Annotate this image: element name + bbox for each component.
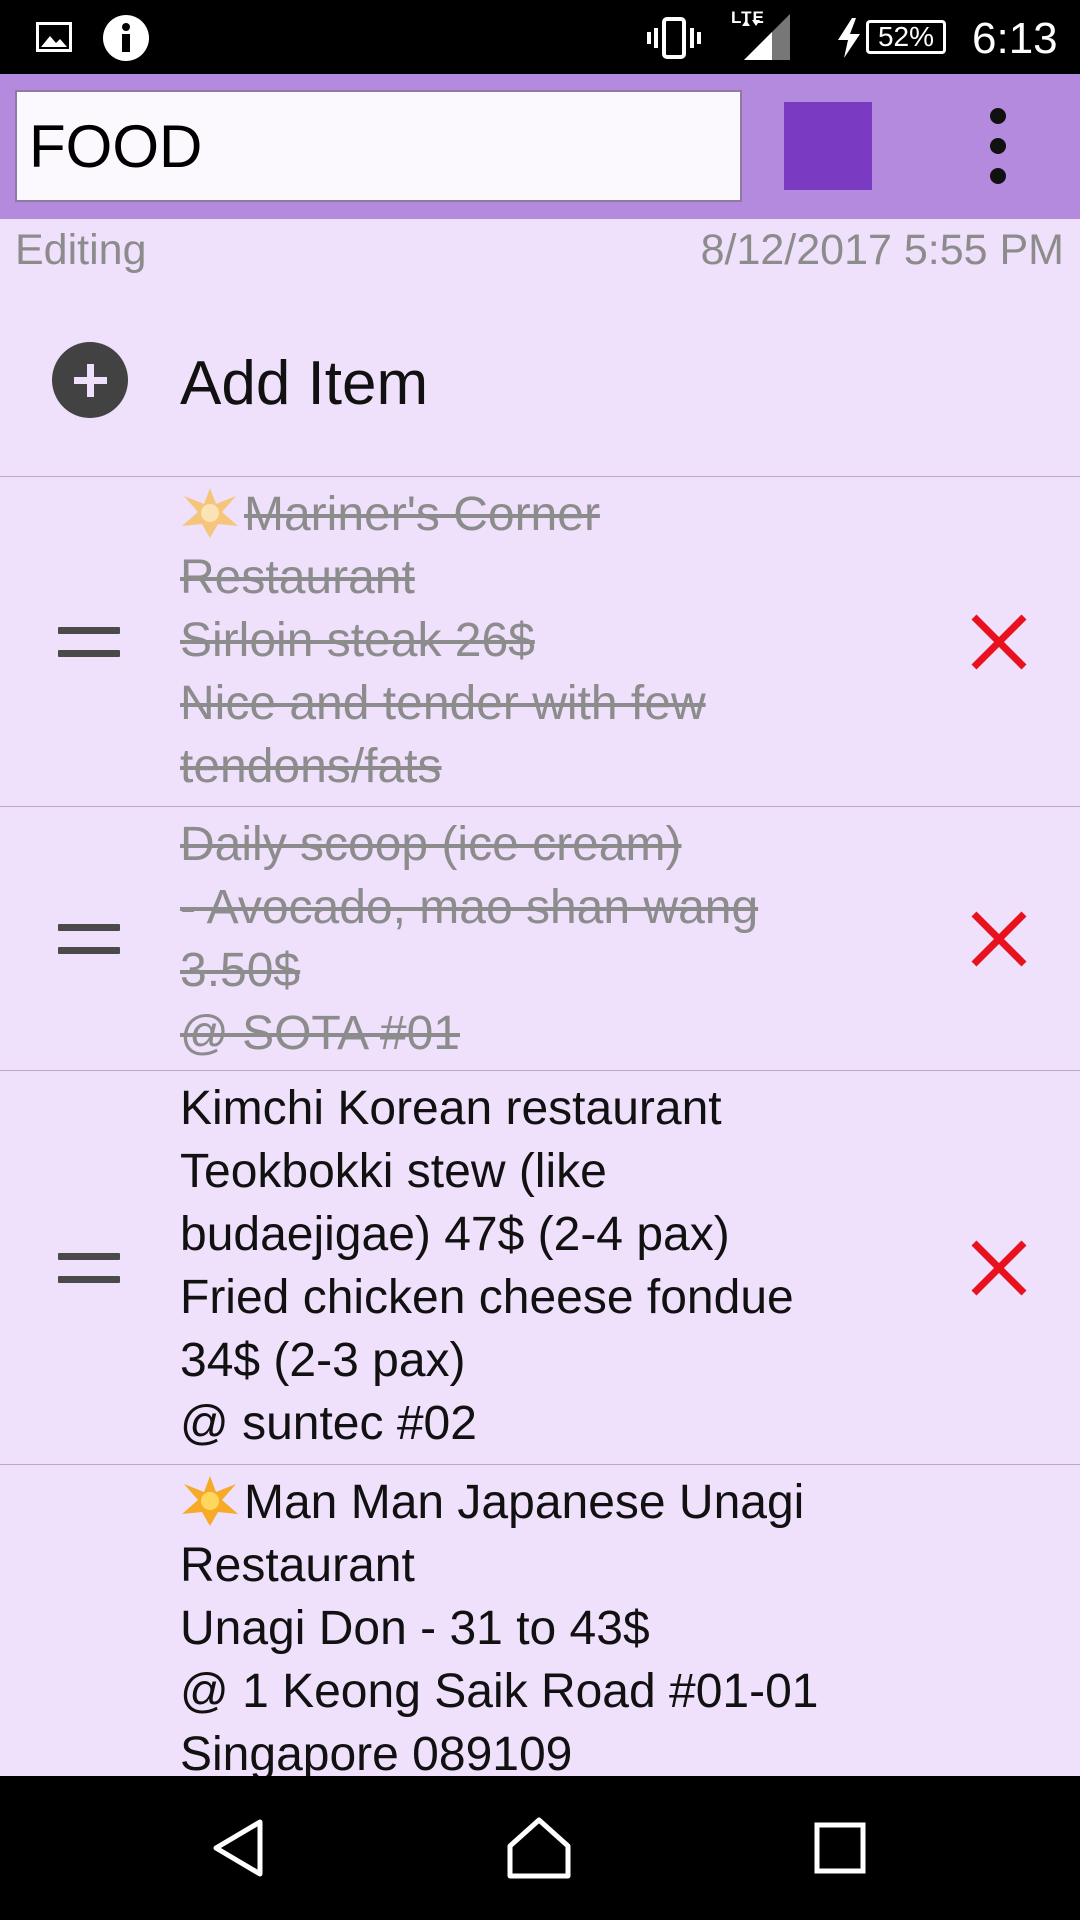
delete-icon[interactable]: [970, 613, 1028, 671]
item-text[interactable]: Man Man Japanese Unagi Restaurant Unagi …: [180, 1471, 880, 1776]
list-item[interactable]: Mariner's Corner Restaurant Sirloin stea…: [0, 476, 1080, 806]
gallery-icon: [36, 22, 72, 52]
item-text-content: Mariner's Corner Restaurant Sirloin stea…: [180, 488, 706, 793]
back-icon[interactable]: [208, 1816, 272, 1880]
modified-date: 8/12/2017 5:55 PM: [700, 226, 1064, 274]
list-item[interactable]: Man Man Japanese Unagi Restaurant Unagi …: [0, 1464, 1080, 1776]
list-title-input[interactable]: [15, 90, 742, 202]
toolbar: [0, 74, 1080, 219]
item-text[interactable]: Kimchi Korean restaurant Teokbokki stew …: [180, 1077, 880, 1455]
drag-handle-icon[interactable]: [58, 626, 120, 657]
recent-apps-icon[interactable]: [814, 1822, 866, 1874]
star-icon: [182, 1476, 238, 1526]
charging-icon: [838, 18, 860, 58]
item-text-content: Man Man Japanese Unagi Restaurant Unagi …: [180, 1476, 819, 1776]
item-list: Mariner's Corner Restaurant Sirloin stea…: [0, 476, 1080, 1776]
clock: 6:13: [972, 14, 1058, 63]
star-icon: [182, 488, 238, 538]
battery-icon: 52%: [866, 20, 946, 54]
item-text[interactable]: Daily scoop (ice cream) - Avocado, mao s…: [180, 813, 880, 1065]
list-item[interactable]: Kimchi Korean restaurant Teokbokki stew …: [0, 1070, 1080, 1464]
drag-handle-icon[interactable]: [58, 1252, 120, 1283]
list-item[interactable]: Daily scoop (ice cream) - Avocado, mao s…: [0, 806, 1080, 1070]
navigation-bar: [0, 1776, 1080, 1920]
vibrate-icon: [647, 17, 701, 59]
item-text[interactable]: Mariner's Corner Restaurant Sirloin stea…: [180, 483, 880, 798]
delete-icon[interactable]: [970, 910, 1028, 968]
info-icon: [103, 15, 149, 61]
item-text-content: Kimchi Korean restaurant Teokbokki stew …: [180, 1082, 794, 1450]
more-options-icon[interactable]: [962, 96, 1034, 196]
item-text-content: Daily scoop (ice cream) - Avocado, mao s…: [180, 818, 759, 1060]
color-picker-button[interactable]: [784, 102, 872, 190]
add-item-button[interactable]: Add Item: [0, 300, 1080, 476]
signal-icon: [742, 14, 790, 60]
home-icon[interactable]: [506, 1816, 572, 1880]
add-item-label: Add Item: [180, 349, 429, 418]
add-circle-icon: [52, 342, 128, 418]
edit-status: Editing: [15, 226, 147, 274]
screen: LTE 52% 6:13 Editing 8/12/2017 5:55 PM: [0, 0, 1080, 1920]
status-bar: LTE 52% 6:13: [0, 0, 1080, 74]
drag-handle-icon[interactable]: [58, 923, 120, 954]
delete-icon[interactable]: [970, 1239, 1028, 1297]
